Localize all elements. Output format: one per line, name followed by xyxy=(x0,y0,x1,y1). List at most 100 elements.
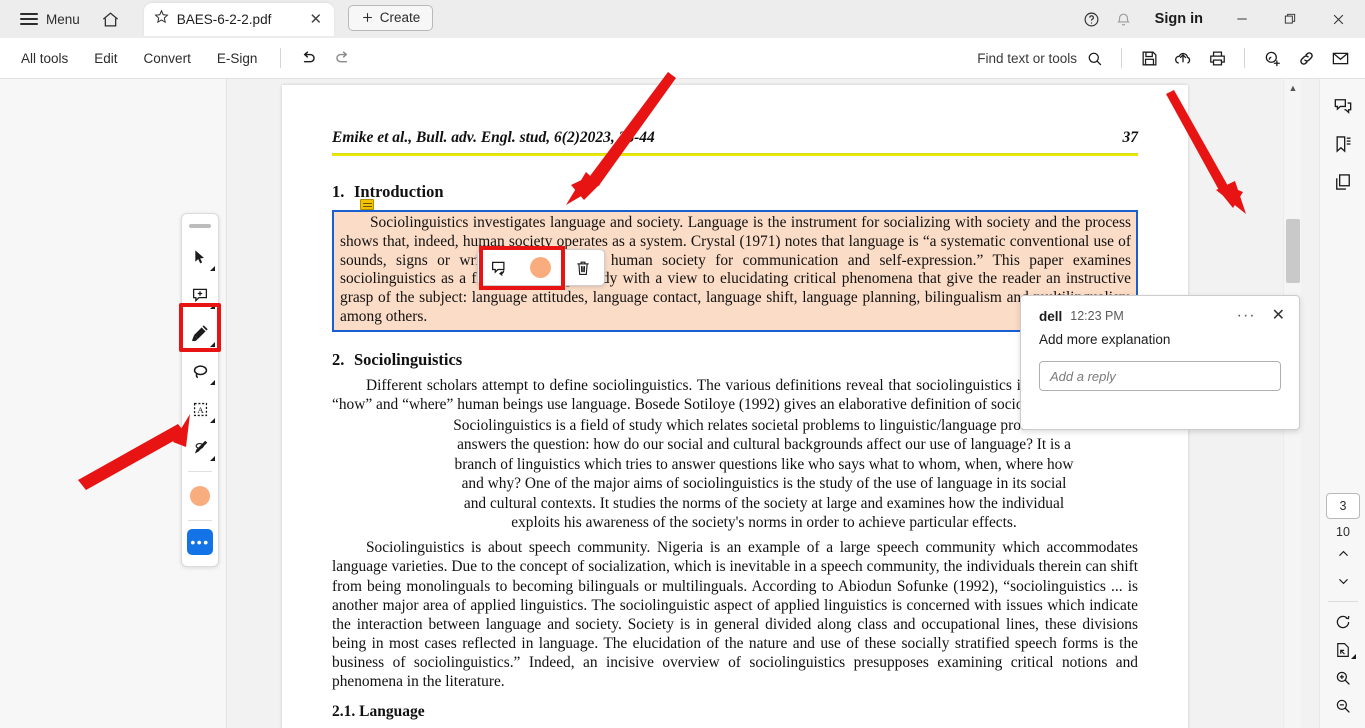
right-rail: 3 10 xyxy=(1319,79,1365,728)
page-thumbnails-button[interactable] xyxy=(1326,167,1360,197)
color-swatch-icon xyxy=(530,257,551,278)
hamburger-icon xyxy=(20,13,38,25)
save-button[interactable] xyxy=(1132,43,1166,73)
page-thumbnails-icon xyxy=(1335,174,1350,190)
chevron-down-icon xyxy=(210,342,215,347)
annotation-color-button[interactable] xyxy=(520,250,562,285)
right-rail-divider xyxy=(1328,601,1358,602)
more-tools-button[interactable]: ••• xyxy=(184,526,216,558)
menu-label: Menu xyxy=(46,11,80,27)
bookmarks-panel-button[interactable] xyxy=(1326,129,1360,159)
toolbar-right-group: Find text or tools xyxy=(977,43,1365,73)
document-tab[interactable]: BAES-6-2-2.pdf ✕ xyxy=(143,2,334,36)
zoom-in-icon xyxy=(1336,671,1350,685)
add-reply-button[interactable] xyxy=(478,250,520,285)
undo-icon xyxy=(303,50,315,62)
section-2-title: Sociolinguistics xyxy=(354,349,463,369)
text-field-icon: A xyxy=(193,402,207,416)
comment-popup[interactable]: dell 12:23 PM ··· ✕ Add more explanation… xyxy=(1020,295,1300,430)
comment-plus-icon xyxy=(192,288,208,303)
search-button[interactable] xyxy=(1077,43,1111,73)
sign-in-button[interactable]: Sign in xyxy=(1141,7,1217,31)
tab-close-icon[interactable]: ✕ xyxy=(306,9,326,29)
comment-anchor-icon[interactable] xyxy=(360,199,374,210)
lasso-icon xyxy=(193,364,207,378)
header-rule xyxy=(332,153,1138,156)
highlighted-paragraph[interactable]: Sociolinguistics investigates language a… xyxy=(332,210,1138,332)
fit-page-button[interactable] xyxy=(1326,636,1360,664)
print-button[interactable] xyxy=(1200,43,1234,73)
sidebar-item-highlight-tool[interactable] xyxy=(184,314,216,352)
tool-strip-drag-handle[interactable] xyxy=(189,224,211,228)
tool-convert[interactable]: Convert xyxy=(131,45,204,72)
sidebar-item-stamp-tool[interactable] xyxy=(184,428,216,466)
comment-author: dell xyxy=(1039,308,1063,324)
home-button[interactable] xyxy=(94,4,128,34)
cloud-upload-icon xyxy=(1175,52,1191,64)
help-circle-icon xyxy=(1084,12,1099,26)
annotation-action-bar xyxy=(477,249,605,286)
rotate-icon xyxy=(1336,615,1350,629)
cursor-arrow-icon xyxy=(195,250,204,264)
more-options-icon: ••• xyxy=(187,529,213,555)
window-minimize-button[interactable] xyxy=(1219,0,1265,38)
fit-page-icon xyxy=(1337,643,1349,657)
scroll-up-arrow-icon[interactable]: ▲ xyxy=(1284,83,1301,93)
section-2-heading: 2. Sociolinguistics xyxy=(332,350,1138,370)
comment-reply-input[interactable]: Add a reply xyxy=(1039,361,1281,391)
zoom-out-button[interactable] xyxy=(1326,692,1360,720)
window-restore-button[interactable] xyxy=(1267,0,1313,38)
running-head: Emike et al., Bull. adv. Engl. stud, 6(2… xyxy=(332,129,1138,147)
print-icon xyxy=(1209,51,1225,65)
trash-icon xyxy=(577,261,589,275)
current-page-input[interactable]: 3 xyxy=(1326,493,1360,519)
color-swatch-button[interactable] xyxy=(184,477,216,515)
sidebar-item-draw-tool[interactable] xyxy=(184,352,216,390)
sidebar-item-add-comment[interactable] xyxy=(184,276,216,314)
add-person-button[interactable] xyxy=(1255,43,1289,73)
zoom-in-button[interactable] xyxy=(1326,664,1360,692)
right-rail-top-icons xyxy=(1320,79,1365,197)
undo-button[interactable] xyxy=(291,43,325,73)
delete-annotation-button[interactable] xyxy=(562,250,604,285)
redo-button[interactable] xyxy=(325,43,359,73)
color-swatch-icon xyxy=(190,486,210,506)
chevron-down-icon xyxy=(210,380,215,385)
sidebar-item-select-tool[interactable] xyxy=(184,238,216,276)
create-button[interactable]: Create xyxy=(347,4,434,31)
tool-esign[interactable]: E-Sign xyxy=(204,45,271,72)
previous-page-button[interactable] xyxy=(1326,539,1360,567)
tool-strip-divider-2 xyxy=(188,520,212,521)
comments-panel-button[interactable] xyxy=(1326,91,1360,121)
annotation-tool-strip: A ••• xyxy=(181,213,219,567)
tool-edit[interactable]: Edit xyxy=(81,45,130,72)
tool-strip-divider-1 xyxy=(188,471,212,472)
window-close-button[interactable] xyxy=(1315,0,1361,38)
help-button[interactable] xyxy=(1077,4,1107,34)
create-label: Create xyxy=(379,10,421,25)
chevron-up-icon xyxy=(1338,550,1348,556)
chevron-down-icon xyxy=(210,266,215,271)
share-link-button[interactable] xyxy=(1289,43,1323,73)
comment-close-icon[interactable]: ✕ xyxy=(1272,308,1285,324)
paragraph-3: Sociolinguistics is about speech communi… xyxy=(332,539,1138,690)
notifications-button[interactable] xyxy=(1109,4,1139,34)
email-button[interactable] xyxy=(1323,43,1357,73)
tool-all-tools[interactable]: All tools xyxy=(8,45,81,72)
next-page-button[interactable] xyxy=(1326,567,1360,595)
total-pages-label: 10 xyxy=(1336,525,1350,539)
find-label[interactable]: Find text or tools xyxy=(977,51,1077,66)
section-2-1-heading: 2.1. Language xyxy=(332,703,425,721)
cloud-upload-button[interactable] xyxy=(1166,43,1200,73)
rotate-page-button[interactable] xyxy=(1326,608,1360,636)
sidebar-item-text-box-tool[interactable]: A xyxy=(184,390,216,428)
comment-options-icon[interactable]: ··· xyxy=(1237,308,1256,324)
menu-button[interactable]: Menu xyxy=(12,7,88,32)
highlighted-annotation-wrap: Sociolinguistics investigates language a… xyxy=(332,199,1138,332)
right-rail-bottom-controls: 3 10 xyxy=(1320,493,1365,720)
section-1-heading: 1. Introduction xyxy=(332,182,1138,202)
reply-comment-icon xyxy=(491,261,505,276)
scrollbar-thumb[interactable] xyxy=(1286,219,1300,283)
toolbar-divider-3 xyxy=(1244,48,1245,68)
star-icon[interactable] xyxy=(154,9,169,29)
